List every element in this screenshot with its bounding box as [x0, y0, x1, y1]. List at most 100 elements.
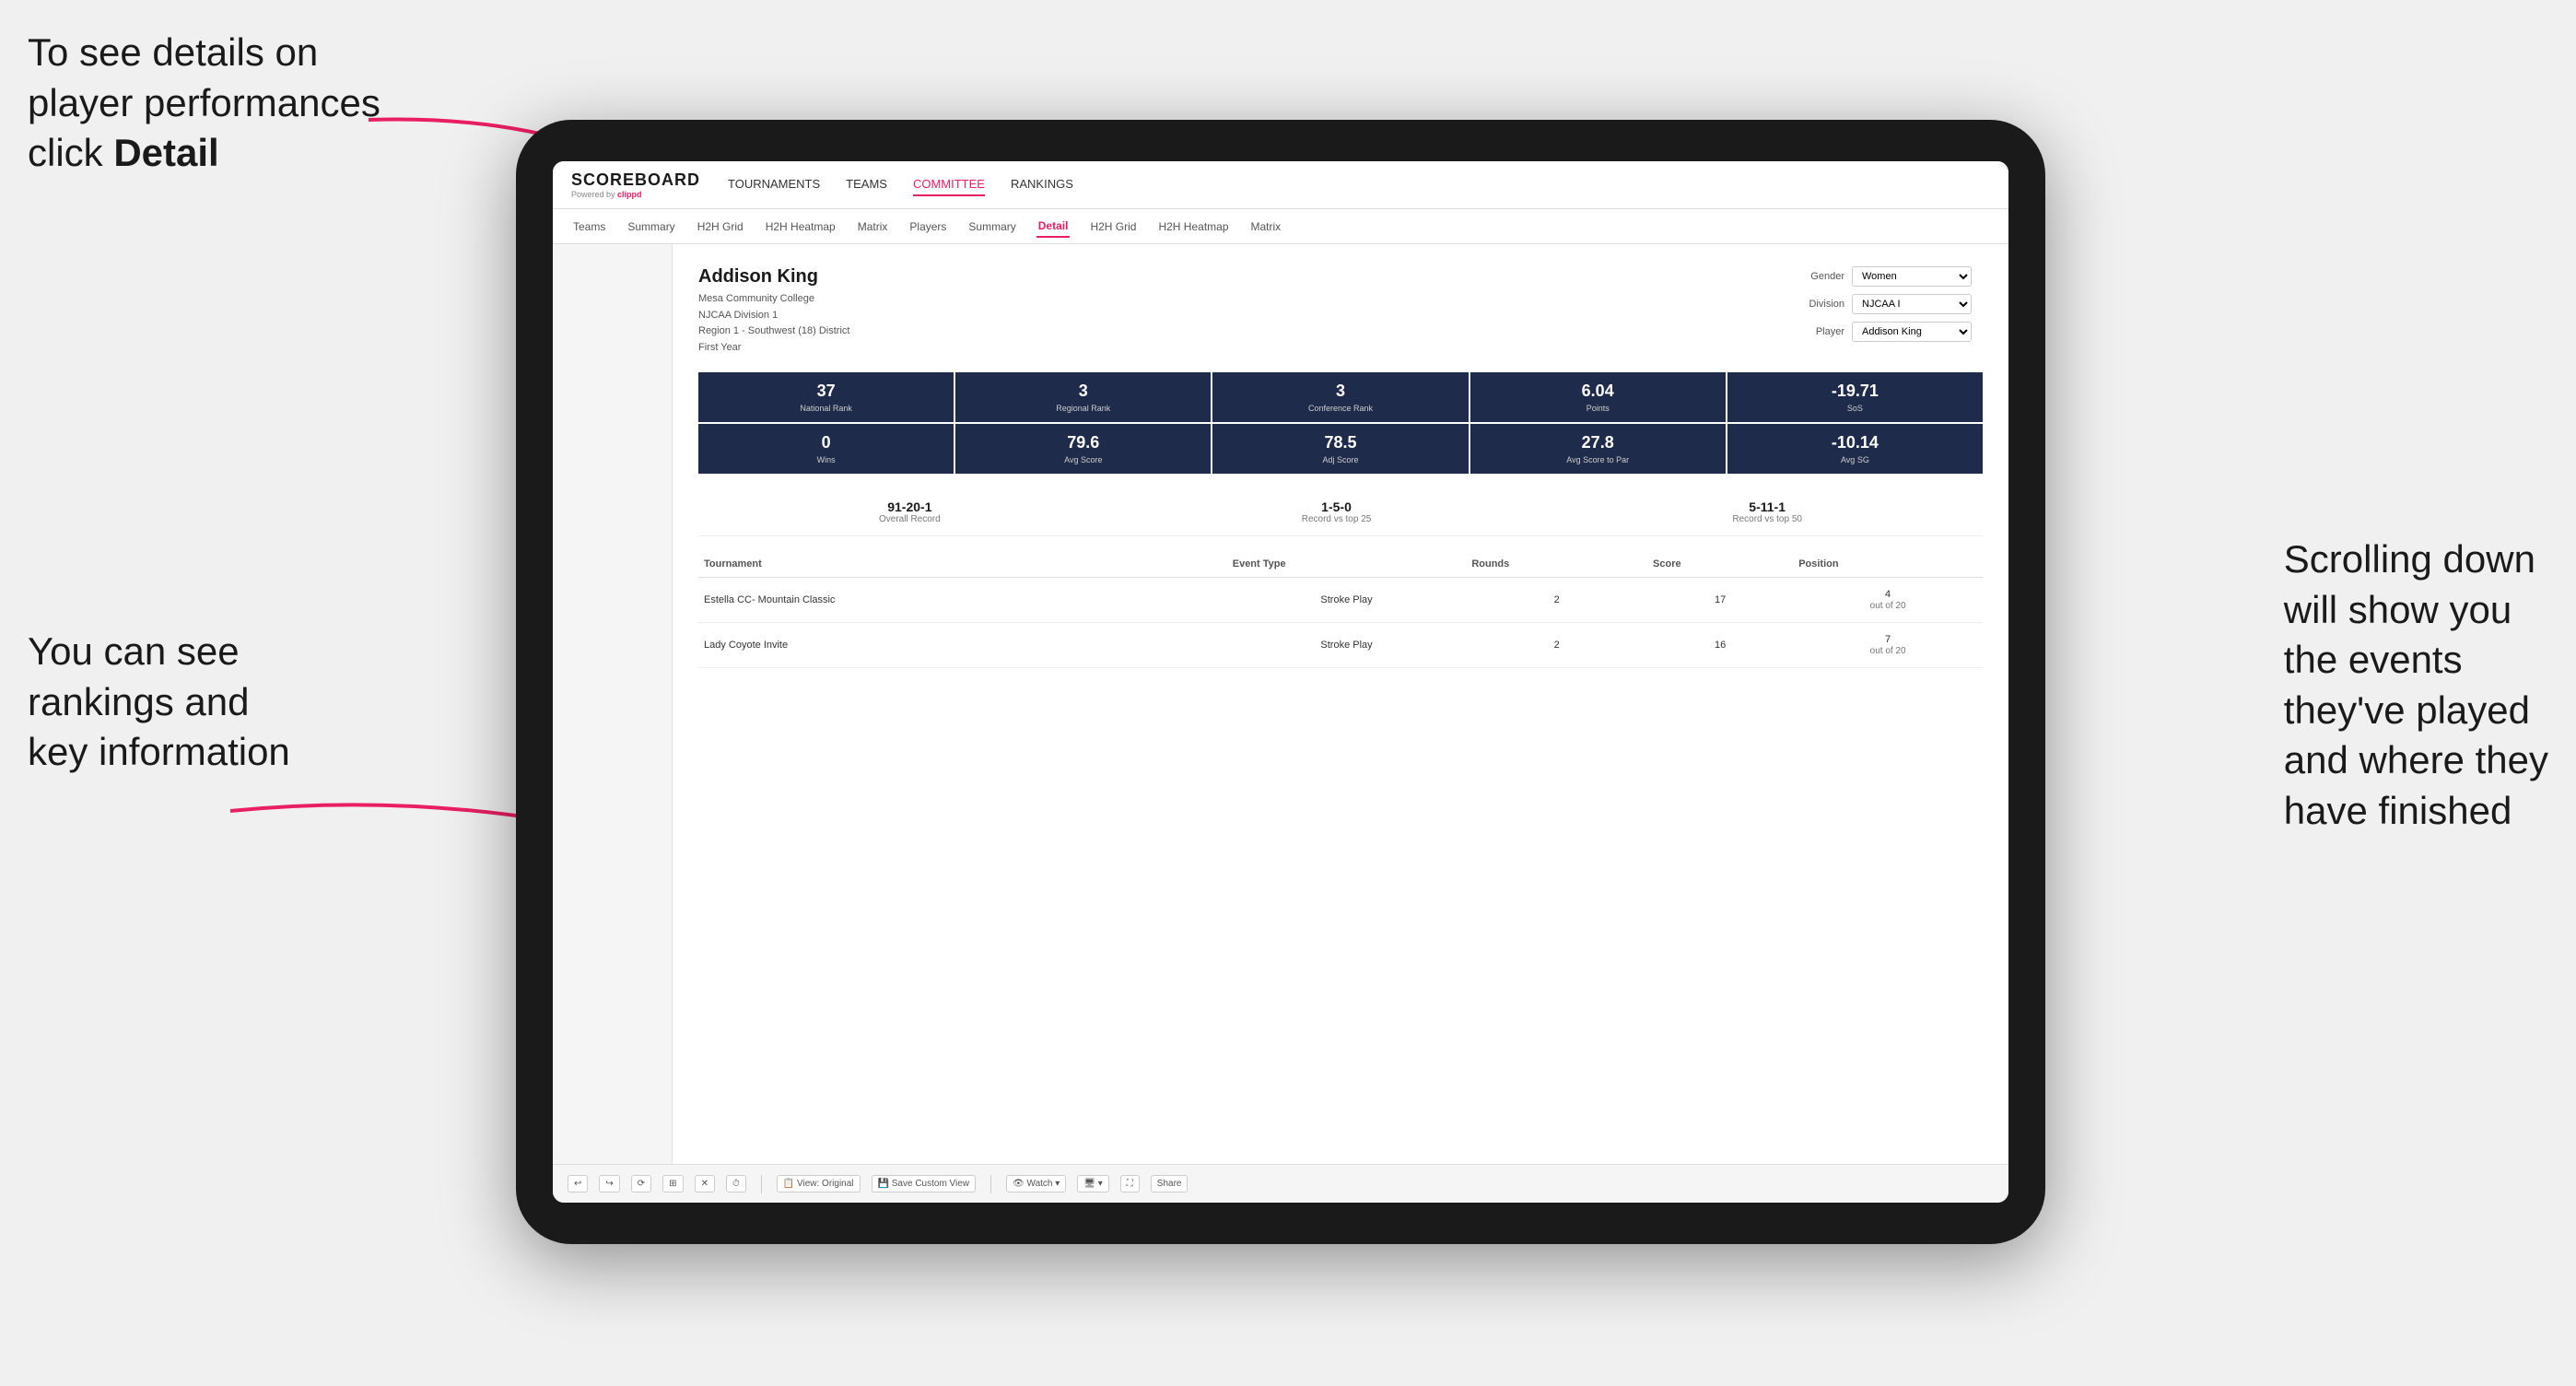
- stat-avg-score-value: 79.6: [961, 433, 1205, 452]
- tab-summary2[interactable]: Summary: [966, 217, 1017, 237]
- tab-players[interactable]: Players: [907, 217, 948, 237]
- tab-detail[interactable]: Detail: [1036, 216, 1071, 238]
- toolbar-display[interactable]: 🖥 ▾: [1077, 1175, 1109, 1192]
- record-top25-label: Record vs top 25: [1302, 514, 1372, 524]
- nav-teams[interactable]: TEAMS: [846, 173, 887, 196]
- player-label: Player: [1798, 326, 1844, 337]
- tab-matrix[interactable]: Matrix: [856, 217, 890, 237]
- bottom-toolbar: ↩ ↪ ⟳ ⊞ ✕ ⏱ 📋 View: Original 💾 Save Cust…: [553, 1164, 2008, 1203]
- record-top25-value: 1-5-0: [1302, 499, 1372, 514]
- player-college: Mesa Community College: [698, 291, 849, 308]
- tab-h2h-heatmap[interactable]: H2H Heatmap: [764, 217, 837, 237]
- toolbar-view-original[interactable]: 📋 View: Original: [777, 1175, 861, 1192]
- toolbar-fullscreen[interactable]: ⛶: [1120, 1175, 1140, 1192]
- logo-title: SCOREBOARD: [571, 170, 700, 190]
- stat-sos-value: -19.71: [1733, 382, 1977, 401]
- record-top50: 5-11-1 Record vs top 50: [1732, 499, 1802, 524]
- player-select[interactable]: Addison King: [1852, 322, 1972, 342]
- content-area: Addison King Mesa Community College NJCA…: [553, 244, 2008, 1164]
- toolbar-refresh[interactable]: ⟳: [631, 1175, 651, 1192]
- app-nav: SCOREBOARD Powered by clippd TOURNAMENTS…: [553, 161, 2008, 209]
- player-header: Addison King Mesa Community College NJCA…: [698, 266, 1983, 356]
- records-row: 91-20-1 Overall Record 1-5-0 Record vs t…: [698, 488, 1983, 536]
- stat-conference-rank-value: 3: [1218, 382, 1462, 401]
- stat-avg-score: 79.6 Avg Score: [955, 424, 1211, 474]
- stat-avg-score-par: 27.8 Avg Score to Par: [1470, 424, 1726, 474]
- player-division: NJCAA Division 1: [698, 308, 849, 324]
- record-top50-label: Record vs top 50: [1732, 514, 1802, 524]
- stat-points-label: Points: [1476, 404, 1720, 413]
- toolbar-undo[interactable]: ↩: [568, 1175, 588, 1192]
- stat-regional-rank: 3 Regional Rank: [955, 372, 1211, 422]
- tab-summary[interactable]: Summary: [626, 217, 676, 237]
- col-rounds: Rounds: [1466, 551, 1647, 578]
- nav-rankings[interactable]: RANKINGS: [1011, 173, 1073, 196]
- toolbar-watch[interactable]: 👁 Watch ▾: [1006, 1175, 1066, 1192]
- stat-adj-score: 78.5 Adj Score: [1212, 424, 1468, 474]
- toolbar-redo[interactable]: ↪: [599, 1175, 619, 1192]
- stat-points: 6.04 Points: [1470, 372, 1726, 422]
- stat-national-rank-label: National Rank: [704, 404, 948, 413]
- stats-row1: 37 National Rank 3 Regional Rank 3 Confe…: [698, 372, 1983, 422]
- sub-nav: Teams Summary H2H Grid H2H Heatmap Matri…: [553, 209, 2008, 244]
- row1-rounds: 2: [1466, 578, 1647, 623]
- tab-teams[interactable]: Teams: [571, 217, 607, 237]
- stat-wins: 0 Wins: [698, 424, 954, 474]
- gender-label: Gender: [1798, 271, 1844, 282]
- table-row: Lady Coyote Invite Stroke Play 2 16 7out…: [698, 623, 1983, 668]
- stat-points-value: 6.04: [1476, 382, 1720, 401]
- record-overall: 91-20-1 Overall Record: [879, 499, 941, 524]
- toolbar-close[interactable]: ✕: [695, 1175, 715, 1192]
- stats-row2: 0 Wins 79.6 Avg Score 78.5 Adj Score 27.…: [698, 424, 1983, 474]
- toolbar-timer[interactable]: ⏱: [726, 1175, 746, 1192]
- toolbar-save-custom[interactable]: 💾 Save Custom View: [872, 1175, 977, 1192]
- player-region: Region 1 - Southwest (18) District: [698, 323, 849, 340]
- col-event-type: Event Type: [1227, 551, 1467, 578]
- col-tournament: Tournament: [698, 551, 1227, 578]
- annotation-top-left: To see details onplayer performancesclic…: [28, 28, 381, 179]
- row1-event-type: Stroke Play: [1227, 578, 1467, 623]
- division-label: Division: [1798, 299, 1844, 310]
- row1-tournament: Estella CC- Mountain Classic: [698, 578, 1227, 623]
- toolbar-sep2: [990, 1175, 991, 1193]
- tab-h2h-grid[interactable]: H2H Grid: [696, 217, 745, 237]
- stat-sos: -19.71 SoS: [1727, 372, 1983, 422]
- tablet-frame: SCOREBOARD Powered by clippd TOURNAMENTS…: [516, 120, 2045, 1244]
- stat-regional-rank-label: Regional Rank: [961, 404, 1205, 413]
- toolbar-share[interactable]: Share: [1151, 1175, 1188, 1192]
- col-position: Position: [1793, 551, 1983, 578]
- nav-tournaments[interactable]: TOURNAMENTS: [728, 173, 820, 196]
- row2-event-type: Stroke Play: [1227, 623, 1467, 668]
- nav-committee[interactable]: COMMITTEE: [913, 173, 985, 196]
- gender-select[interactable]: Women: [1852, 266, 1972, 287]
- col-score: Score: [1647, 551, 1793, 578]
- stat-wins-label: Wins: [704, 455, 948, 464]
- toolbar-grid[interactable]: ⊞: [662, 1175, 683, 1192]
- stat-sos-label: SoS: [1733, 404, 1977, 413]
- tab-matrix2[interactable]: Matrix: [1249, 217, 1283, 237]
- record-top25: 1-5-0 Record vs top 25: [1302, 499, 1372, 524]
- stat-national-rank: 37 National Rank: [698, 372, 954, 422]
- table-row: Estella CC- Mountain Classic Stroke Play…: [698, 578, 1983, 623]
- player-name: Addison King: [698, 266, 849, 288]
- sidebar-left: [553, 244, 673, 1164]
- stat-avg-score-label: Avg Score: [961, 455, 1205, 464]
- division-select[interactable]: NJCAA I: [1852, 294, 1972, 314]
- row2-rounds: 2: [1466, 623, 1647, 668]
- stat-avg-sg-label: Avg SG: [1733, 455, 1977, 464]
- tab-h2h-heatmap2[interactable]: H2H Heatmap: [1156, 217, 1230, 237]
- player-filters: Gender Women Division NJCAA I: [1798, 266, 1983, 342]
- record-overall-label: Overall Record: [879, 514, 941, 524]
- record-top50-value: 5-11-1: [1732, 499, 1802, 514]
- row2-tournament: Lady Coyote Invite: [698, 623, 1227, 668]
- stat-avg-sg: -10.14 Avg SG: [1727, 424, 1983, 474]
- stat-conference-rank-label: Conference Rank: [1218, 404, 1462, 413]
- annotation-bottom-right: Scrolling downwill show youthe eventsthe…: [2284, 534, 2548, 837]
- tab-h2h-grid2[interactable]: H2H Grid: [1088, 217, 1138, 237]
- annotation-bottom-left: You can seerankings andkey information: [28, 627, 290, 778]
- stat-avg-sg-value: -10.14: [1733, 433, 1977, 452]
- row1-score: 17: [1647, 578, 1793, 623]
- main-panel: Addison King Mesa Community College NJCA…: [673, 244, 2008, 1164]
- stat-wins-value: 0: [704, 433, 948, 452]
- tablet-screen: SCOREBOARD Powered by clippd TOURNAMENTS…: [553, 161, 2008, 1203]
